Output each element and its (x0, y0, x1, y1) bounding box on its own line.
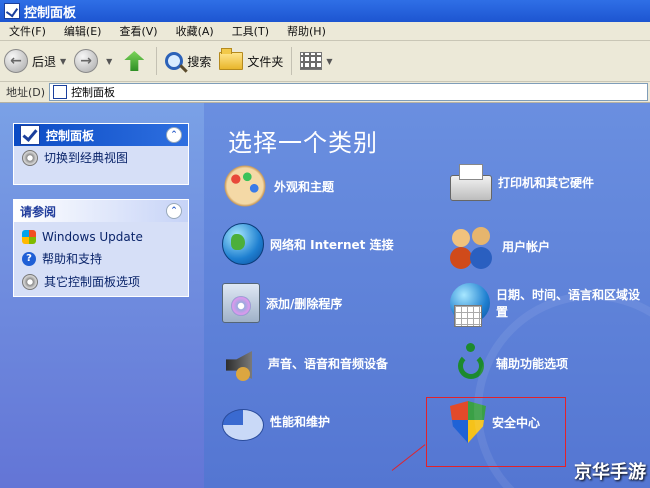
category-accessibility[interactable]: 辅助功能选项 (450, 343, 568, 383)
chevron-down-icon[interactable]: ▼ (60, 57, 66, 66)
control-panel-task-box: 控制面板 ⌃ 切换到经典视图 (13, 123, 189, 185)
date-time-globe-icon (450, 283, 490, 327)
address-bar: 地址(D) 控制面板 (0, 82, 650, 103)
category-label: 声音、语音和音频设备 (268, 356, 389, 371)
views-icon (300, 52, 323, 70)
category-network[interactable]: 网络和 Internet 连接 (222, 223, 394, 265)
category-label: 用户帐户 (502, 239, 551, 254)
help-support-link[interactable]: ? 帮助和支持 (14, 247, 188, 270)
folder-icon (219, 48, 244, 70)
windows-update-icon (22, 230, 36, 244)
folders-button[interactable]: 文件夹 (215, 45, 287, 77)
paint-palette-icon (222, 163, 268, 209)
network-globe-icon (222, 223, 264, 265)
toolbar-divider (291, 47, 293, 75)
category-sound[interactable]: 声音、语音和音频设备 (222, 343, 388, 383)
up-folder-icon (124, 51, 145, 71)
category-add-remove[interactable]: 添加/删除程序 (222, 283, 342, 323)
panel-header: 请参阅 ⌃ (14, 200, 188, 222)
panel-title: 请参阅 (20, 204, 57, 219)
back-arrow-icon: ← (4, 49, 28, 73)
page-title: 选择一个类别 (228, 129, 378, 157)
watermark: 京华手游 (574, 462, 646, 483)
control-panel-icon (20, 125, 40, 145)
switch-classic-view-link[interactable]: 切换到经典视图 (14, 146, 188, 169)
accessibility-icon (450, 343, 490, 383)
link-label: Windows Update (42, 230, 143, 244)
category-label: 辅助功能选项 (496, 356, 569, 371)
category-printers[interactable]: 打印机和其它硬件 (450, 163, 594, 201)
menu-favorites[interactable]: 收藏(A) (167, 23, 223, 39)
help-icon: ? (22, 251, 36, 266)
menu-bar: 文件(F) 编辑(E) 查看(V) 收藏(A) 工具(T) 帮助(H) (0, 22, 650, 41)
task-pane: 控制面板 ⌃ 切换到经典视图 请参阅 ⌃ Windows Update ? 帮助… (0, 103, 204, 488)
link-label: 帮助和支持 (42, 252, 103, 266)
window-title: 控制面板 (24, 5, 77, 21)
chevron-down-icon[interactable]: ▼ (106, 57, 112, 66)
link-label: 其它控制面板选项 (44, 275, 141, 289)
collapse-icon[interactable]: ⌃ (166, 127, 182, 143)
menu-edit[interactable]: 编辑(E) (55, 23, 111, 39)
other-options-link[interactable]: 其它控制面板选项 (14, 270, 188, 293)
folders-label: 文件夹 (247, 54, 284, 69)
software-box-icon (222, 283, 260, 323)
toolbar-divider (156, 47, 158, 75)
search-label: 搜索 (187, 54, 212, 69)
address-value: 控制面板 (71, 86, 116, 99)
search-icon (165, 52, 184, 70)
control-panel-icon (4, 3, 20, 19)
back-button[interactable]: ← 后退 ▼ (0, 45, 70, 77)
menu-tools[interactable]: 工具(T) (223, 23, 278, 39)
category-appearance[interactable]: 外观和主题 (222, 163, 334, 209)
category-label: 添加/删除程序 (266, 296, 343, 311)
speaker-icon (222, 343, 262, 383)
category-date-time[interactable]: 日期、时间、语言和区域设置 (450, 283, 650, 327)
forward-arrow-icon: → (74, 49, 99, 73)
back-label: 后退 (32, 54, 57, 69)
address-input[interactable]: 控制面板 (49, 83, 648, 101)
toolbar: ← 后退 ▼ → ▼ 搜索 文件夹 ▼ (0, 41, 650, 82)
category-label: 性能和维护 (270, 414, 331, 429)
settings-icon (22, 273, 38, 290)
title-bar: 控制面板 (0, 0, 650, 22)
up-button[interactable] (116, 45, 152, 77)
highlight-box (426, 397, 566, 467)
link-label: 切换到经典视图 (44, 151, 129, 165)
users-icon (450, 223, 496, 269)
collapse-icon[interactable]: ⌃ (166, 203, 182, 219)
category-label: 网络和 Internet 连接 (270, 237, 394, 252)
search-button[interactable]: 搜索 (161, 45, 215, 77)
menu-file[interactable]: 文件(F) (0, 23, 55, 39)
category-label: 打印机和其它硬件 (498, 175, 595, 190)
chevron-down-icon[interactable]: ▼ (326, 57, 332, 66)
panel-title: 控制面板 (46, 128, 95, 143)
category-label: 日期、时间、语言和区域设置 (496, 288, 641, 319)
category-user-accounts[interactable]: 用户帐户 (450, 223, 550, 269)
pie-chart-icon (222, 409, 264, 441)
printer-icon (450, 164, 492, 201)
panel-header: 控制面板 ⌃ (14, 124, 188, 146)
windows-update-link[interactable]: Windows Update (14, 222, 188, 247)
category-performance[interactable]: 性能和维护 (222, 401, 330, 441)
address-label: 地址(D) (6, 86, 46, 99)
control-panel-icon (53, 85, 68, 99)
views-button[interactable]: ▼ (296, 45, 336, 77)
forward-button[interactable]: → ▼ (70, 45, 116, 77)
menu-view[interactable]: 查看(V) (110, 23, 166, 39)
see-also-task-box: 请参阅 ⌃ Windows Update ? 帮助和支持 其它控制面板选项 (13, 199, 189, 297)
menu-help[interactable]: 帮助(H) (278, 23, 335, 39)
category-label: 外观和主题 (274, 179, 335, 194)
classic-view-icon (22, 149, 38, 166)
